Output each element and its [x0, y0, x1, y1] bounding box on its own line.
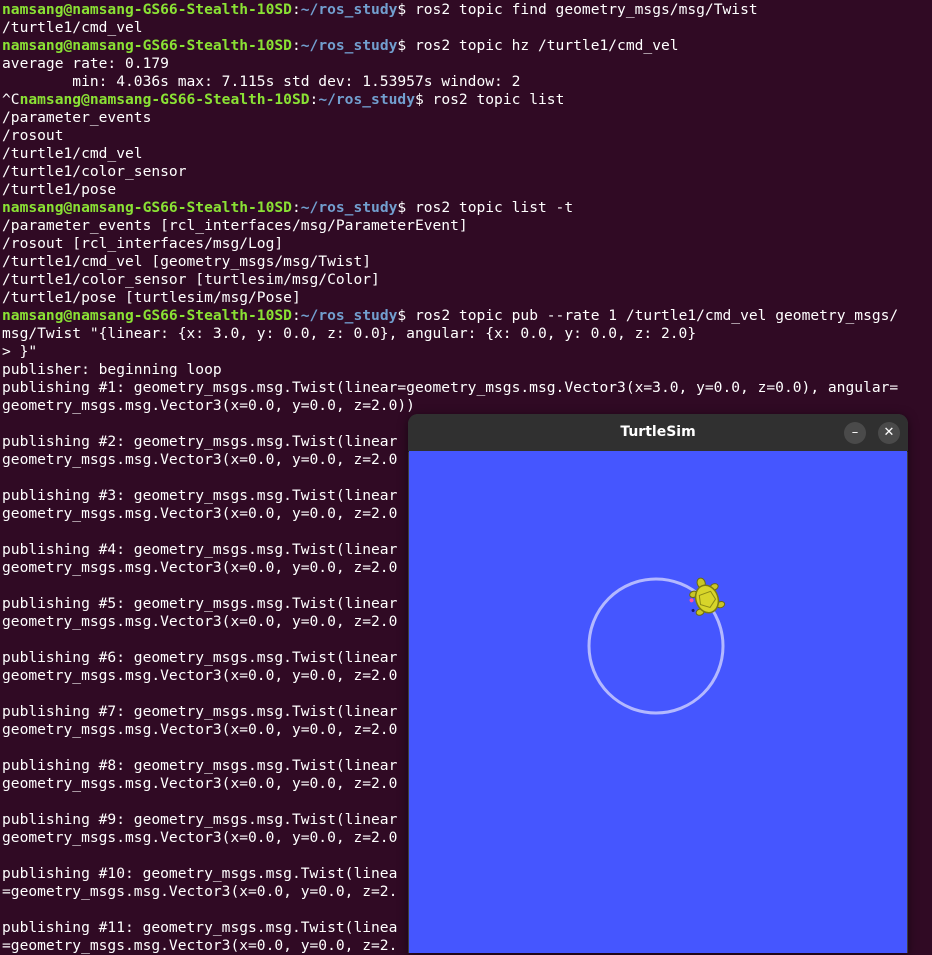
output-line: geometry_msgs.msg.Vector3(x=0.0, y=0.0, … [2, 397, 415, 414]
output-line: /turtle1/cmd_vel [geometry_msgs/msg/Twis… [2, 253, 372, 270]
prompt-user: namsang@namsang-GS66-Stealth-10SD [19, 91, 310, 108]
prompt-user: namsang@namsang-GS66-Stealth-10SD [2, 307, 292, 324]
turtlesim-window[interactable]: TurtleSim – ✕ [408, 414, 908, 953]
title-bar[interactable]: TurtleSim – ✕ [408, 414, 908, 452]
minimize-button[interactable]: – [844, 422, 866, 444]
command-continuation: msg/Twist "{linear: {x: 3.0, y: 0.0, z: … [2, 325, 697, 342]
command-text: $ ros2 topic find geometry_msgs/msg/Twis… [397, 1, 758, 18]
output-line: publishing #1: geometry_msgs.msg.Twist(l… [2, 379, 899, 396]
command-text: $ ros2 topic pub --rate 1 /turtle1/cmd_v… [397, 307, 899, 324]
turtle-icon [689, 577, 726, 616]
output-line: /parameter_events [2, 109, 152, 126]
command-continuation: > }" [2, 343, 38, 360]
prompt-user: namsang@namsang-GS66-Stealth-10SD [2, 37, 292, 54]
terminal-line: namsang@namsang-GS66-Stealth-10SD:~/ros_… [2, 1, 758, 18]
output-line: min: 4.036s max: 7.115s std dev: 1.53957… [2, 73, 521, 90]
command-text: $ ros2 topic list [414, 91, 565, 108]
prompt-path: ~/ros_study [300, 1, 398, 18]
output-line: /turtle1/cmd_vel [2, 145, 143, 162]
output-line: /turtle1/color_sensor [2, 163, 187, 180]
close-button[interactable]: ✕ [878, 422, 900, 444]
prompt-path: ~/ros_study [300, 199, 398, 216]
terminal-line: namsang@namsang-GS66-Stealth-10SD:~/ros_… [2, 37, 679, 54]
window-title: TurtleSim [620, 424, 696, 440]
output-line: /turtle1/pose [2, 181, 117, 198]
output-line: average rate: 0.179 [2, 55, 169, 72]
prompt-path: ~/ros_study [300, 37, 398, 54]
output-line: /turtle1/cmd_vel [2, 19, 143, 36]
terminal-line: namsang@namsang-GS66-Stealth-10SD:~/ros_… [2, 199, 574, 216]
terminal-line: namsang@namsang-GS66-Stealth-10SD:~/ros_… [2, 307, 899, 324]
prompt-user: namsang@namsang-GS66-Stealth-10SD [2, 1, 292, 18]
prompt-user: namsang@namsang-GS66-Stealth-10SD [2, 199, 292, 216]
ctrl-c-text: ^C [2, 91, 20, 108]
turtlesim-canvas[interactable] [409, 451, 907, 953]
output-line: /rosout [2, 127, 64, 144]
output-line: publisher: beginning loop [2, 361, 222, 378]
terminal-line: ^Cnamsang@namsang-GS66-Stealth-10SD:~/ro… [2, 91, 565, 108]
turtle-drawing [587, 577, 726, 715]
command-text: $ ros2 topic hz /turtle1/cmd_vel [397, 37, 679, 54]
prompt-path: ~/ros_study [300, 307, 398, 324]
prompt-path: ~/ros_study [318, 91, 415, 108]
command-text: $ ros2 topic list -t [397, 199, 574, 216]
output-line: /turtle1/pose [turtlesim/msg/Pose] [2, 289, 301, 306]
output-line: /parameter_events [rcl_interfaces/msg/Pa… [2, 217, 468, 234]
output-line: /rosout [rcl_interfaces/msg/Log] [2, 235, 284, 252]
output-line: /turtle1/color_sensor [turtlesim/msg/Col… [2, 271, 380, 288]
